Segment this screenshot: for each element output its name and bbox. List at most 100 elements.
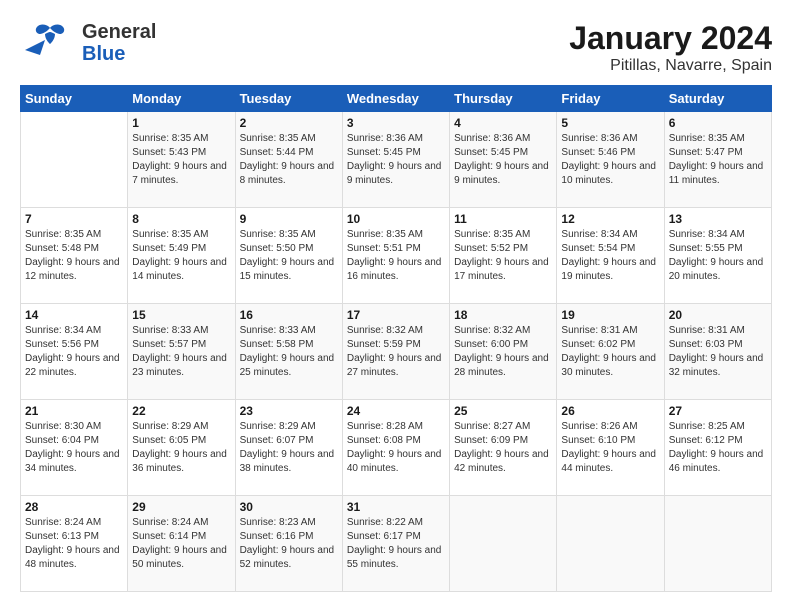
logo-icon — [20, 20, 80, 65]
sunset: Sunset: 5:59 PM — [347, 339, 421, 350]
sunrise: Sunrise: 8:31 AM — [561, 325, 637, 336]
day-number: 5 — [561, 116, 659, 130]
sunrise: Sunrise: 8:35 AM — [240, 133, 316, 144]
calendar-cell: 5 Sunrise: 8:36 AM Sunset: 5:46 PM Dayli… — [557, 112, 664, 208]
sunrise: Sunrise: 8:29 AM — [132, 421, 208, 432]
logo-general: General — [82, 21, 156, 43]
calendar-week-row: 14 Sunrise: 8:34 AM Sunset: 5:56 PM Dayl… — [21, 304, 772, 400]
day-info: Sunrise: 8:31 AM Sunset: 6:03 PM Dayligh… — [669, 324, 767, 380]
sunrise: Sunrise: 8:31 AM — [669, 325, 745, 336]
day-number: 23 — [240, 404, 338, 418]
day-info: Sunrise: 8:26 AM Sunset: 6:10 PM Dayligh… — [561, 420, 659, 476]
sunrise: Sunrise: 8:35 AM — [347, 229, 423, 240]
sunset: Sunset: 6:17 PM — [347, 531, 421, 542]
sunset: Sunset: 5:48 PM — [25, 243, 99, 254]
calendar-cell: 15 Sunrise: 8:33 AM Sunset: 5:57 PM Dayl… — [128, 304, 235, 400]
calendar-week-row: 28 Sunrise: 8:24 AM Sunset: 6:13 PM Dayl… — [21, 496, 772, 592]
daylight: Daylight: 9 hours and 19 minutes. — [561, 257, 656, 282]
calendar-cell: 12 Sunrise: 8:34 AM Sunset: 5:54 PM Dayl… — [557, 208, 664, 304]
daylight: Daylight: 9 hours and 42 minutes. — [454, 449, 549, 474]
sunset: Sunset: 6:02 PM — [561, 339, 635, 350]
daylight: Daylight: 9 hours and 20 minutes. — [669, 257, 764, 282]
day-number: 22 — [132, 404, 230, 418]
calendar-cell: 29 Sunrise: 8:24 AM Sunset: 6:14 PM Dayl… — [128, 496, 235, 592]
day-number: 30 — [240, 500, 338, 514]
calendar-cell: 26 Sunrise: 8:26 AM Sunset: 6:10 PM Dayl… — [557, 400, 664, 496]
col-saturday: Saturday — [664, 86, 771, 112]
calendar-cell: 27 Sunrise: 8:25 AM Sunset: 6:12 PM Dayl… — [664, 400, 771, 496]
daylight: Daylight: 9 hours and 10 minutes. — [561, 161, 656, 186]
day-number: 2 — [240, 116, 338, 130]
day-info: Sunrise: 8:35 AM Sunset: 5:50 PM Dayligh… — [240, 228, 338, 284]
daylight: Daylight: 9 hours and 11 minutes. — [669, 161, 764, 186]
calendar-cell: 28 Sunrise: 8:24 AM Sunset: 6:13 PM Dayl… — [21, 496, 128, 592]
daylight: Daylight: 9 hours and 36 minutes. — [132, 449, 227, 474]
sunrise: Sunrise: 8:36 AM — [347, 133, 423, 144]
calendar-cell: 13 Sunrise: 8:34 AM Sunset: 5:55 PM Dayl… — [664, 208, 771, 304]
sunrise: Sunrise: 8:36 AM — [561, 133, 637, 144]
sunset: Sunset: 5:45 PM — [454, 147, 528, 158]
calendar-cell — [21, 112, 128, 208]
sunrise: Sunrise: 8:35 AM — [132, 229, 208, 240]
day-number: 16 — [240, 308, 338, 322]
sunrise: Sunrise: 8:24 AM — [132, 517, 208, 528]
day-info: Sunrise: 8:35 AM Sunset: 5:52 PM Dayligh… — [454, 228, 552, 284]
sunset: Sunset: 6:13 PM — [25, 531, 99, 542]
day-info: Sunrise: 8:35 AM Sunset: 5:48 PM Dayligh… — [25, 228, 123, 284]
col-sunday: Sunday — [21, 86, 128, 112]
calendar-cell: 10 Sunrise: 8:35 AM Sunset: 5:51 PM Dayl… — [342, 208, 449, 304]
day-number: 17 — [347, 308, 445, 322]
day-info: Sunrise: 8:35 AM Sunset: 5:47 PM Dayligh… — [669, 132, 767, 188]
daylight: Daylight: 9 hours and 8 minutes. — [240, 161, 335, 186]
sunrise: Sunrise: 8:34 AM — [25, 325, 101, 336]
day-info: Sunrise: 8:29 AM Sunset: 6:07 PM Dayligh… — [240, 420, 338, 476]
daylight: Daylight: 9 hours and 50 minutes. — [132, 545, 227, 570]
day-number: 26 — [561, 404, 659, 418]
sunrise: Sunrise: 8:36 AM — [454, 133, 530, 144]
day-number: 21 — [25, 404, 123, 418]
calendar-header-row: Sunday Monday Tuesday Wednesday Thursday… — [21, 86, 772, 112]
day-info: Sunrise: 8:34 AM Sunset: 5:55 PM Dayligh… — [669, 228, 767, 284]
col-thursday: Thursday — [450, 86, 557, 112]
daylight: Daylight: 9 hours and 22 minutes. — [25, 353, 120, 378]
sunset: Sunset: 5:57 PM — [132, 339, 206, 350]
daylight: Daylight: 9 hours and 34 minutes. — [25, 449, 120, 474]
day-number: 3 — [347, 116, 445, 130]
day-info: Sunrise: 8:36 AM Sunset: 5:45 PM Dayligh… — [454, 132, 552, 188]
day-number: 28 — [25, 500, 123, 514]
day-number: 19 — [561, 308, 659, 322]
day-info: Sunrise: 8:35 AM Sunset: 5:44 PM Dayligh… — [240, 132, 338, 188]
calendar-title: January 2024 — [569, 20, 772, 57]
sunset: Sunset: 5:51 PM — [347, 243, 421, 254]
daylight: Daylight: 9 hours and 25 minutes. — [240, 353, 335, 378]
calendar-cell: 1 Sunrise: 8:35 AM Sunset: 5:43 PM Dayli… — [128, 112, 235, 208]
calendar-cell: 7 Sunrise: 8:35 AM Sunset: 5:48 PM Dayli… — [21, 208, 128, 304]
day-info: Sunrise: 8:36 AM Sunset: 5:46 PM Dayligh… — [561, 132, 659, 188]
calendar-cell: 4 Sunrise: 8:36 AM Sunset: 5:45 PM Dayli… — [450, 112, 557, 208]
day-number: 20 — [669, 308, 767, 322]
calendar-cell: 11 Sunrise: 8:35 AM Sunset: 5:52 PM Dayl… — [450, 208, 557, 304]
calendar-cell: 21 Sunrise: 8:30 AM Sunset: 6:04 PM Dayl… — [21, 400, 128, 496]
calendar-cell — [450, 496, 557, 592]
sunset: Sunset: 6:14 PM — [132, 531, 206, 542]
sunset: Sunset: 6:07 PM — [240, 435, 314, 446]
title-block: January 2024 Pitillas, Navarre, Spain — [569, 20, 772, 75]
day-number: 24 — [347, 404, 445, 418]
daylight: Daylight: 9 hours and 40 minutes. — [347, 449, 442, 474]
day-number: 15 — [132, 308, 230, 322]
day-number: 6 — [669, 116, 767, 130]
day-number: 4 — [454, 116, 552, 130]
sunset: Sunset: 5:55 PM — [669, 243, 743, 254]
sunset: Sunset: 6:09 PM — [454, 435, 528, 446]
sunset: Sunset: 6:12 PM — [669, 435, 743, 446]
day-number: 7 — [25, 212, 123, 226]
sunrise: Sunrise: 8:35 AM — [669, 133, 745, 144]
col-friday: Friday — [557, 86, 664, 112]
calendar-cell: 22 Sunrise: 8:29 AM Sunset: 6:05 PM Dayl… — [128, 400, 235, 496]
day-info: Sunrise: 8:35 AM Sunset: 5:49 PM Dayligh… — [132, 228, 230, 284]
sunrise: Sunrise: 8:27 AM — [454, 421, 530, 432]
day-info: Sunrise: 8:30 AM Sunset: 6:04 PM Dayligh… — [25, 420, 123, 476]
daylight: Daylight: 9 hours and 48 minutes. — [25, 545, 120, 570]
sunrise: Sunrise: 8:26 AM — [561, 421, 637, 432]
daylight: Daylight: 9 hours and 9 minutes. — [347, 161, 442, 186]
